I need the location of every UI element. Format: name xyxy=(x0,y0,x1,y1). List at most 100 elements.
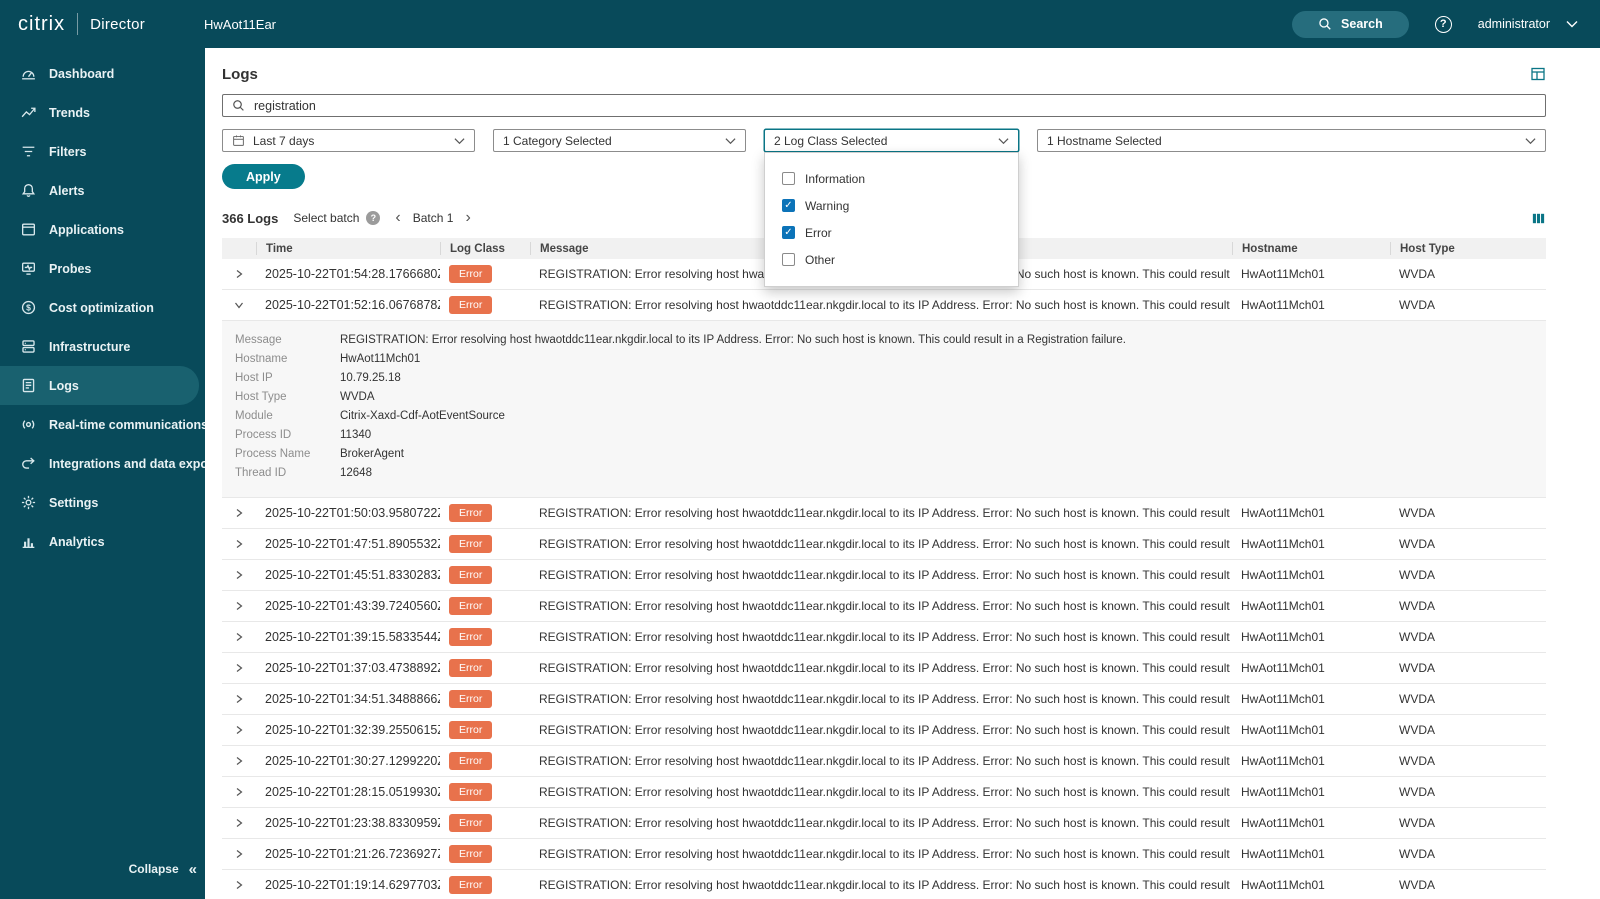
log-table-row[interactable]: 2025-10-22T01:47:51.8905532Z Error REGISTR… xyxy=(222,529,1546,560)
log-table-row[interactable]: 2025-10-22T01:52:16.0676878Z Error REGISTR… xyxy=(222,290,1546,321)
log-hostname: HwAot11Mch01 xyxy=(1241,267,1325,281)
sidebar-item-logs[interactable]: Logs xyxy=(0,366,199,405)
global-search-button[interactable]: Search xyxy=(1292,10,1409,38)
help-badge-icon[interactable]: ? xyxy=(366,211,381,225)
row-expand-chevron-icon[interactable] xyxy=(234,663,244,673)
sidebar-item-real-time-communications[interactable]: Real-time communications xyxy=(0,405,208,444)
checkbox-icon[interactable]: ✓ xyxy=(782,226,795,239)
log-message: REGISTRATION: Error resolving host hwaot… xyxy=(539,599,1232,613)
log-class-badge: Error xyxy=(449,628,493,646)
row-expand-chevron-icon[interactable] xyxy=(234,849,244,859)
log-class-badge: Error xyxy=(449,783,493,801)
column-settings-icon[interactable] xyxy=(1531,211,1546,226)
log-table-row[interactable]: 2025-10-22T01:30:27.1299220Z Error REGISTR… xyxy=(222,746,1546,777)
analytics-icon xyxy=(20,533,37,550)
logs-table: Time Log Class Message Hostname Host Typ… xyxy=(222,238,1546,899)
log-class-dropdown-wrap: 2 Log Class Selected Information ✓ Warning… xyxy=(764,129,1019,287)
sidebar-item-probes[interactable]: Probes xyxy=(0,249,199,288)
log-table-row[interactable]: 2025-10-22T01:21:26.7236927Z Error REGISTR… xyxy=(222,839,1546,870)
logs-page: Logs Last 7 days 1 Category Selected xyxy=(205,48,1600,899)
row-expand-chevron-icon[interactable] xyxy=(234,694,244,704)
detail-row: Thread ID 12648 xyxy=(235,465,1546,482)
sidebar-item-cost-optimization[interactable]: $ Cost optimization xyxy=(0,288,199,327)
sidebar-item-label: Integrations and data exports xyxy=(49,456,225,471)
log-message: REGISTRATION: Error resolving host hwaot… xyxy=(539,723,1232,737)
row-expand-chevron-icon[interactable] xyxy=(234,601,244,611)
sidebar-item-label: Analytics xyxy=(49,534,105,549)
report-view-icon[interactable] xyxy=(1530,66,1546,82)
sidebar-item-integrations-and-data-exports[interactable]: Integrations and data exports xyxy=(0,444,224,483)
sidebar-item-alerts[interactable]: Alerts xyxy=(0,171,199,210)
log-table-row[interactable]: 2025-10-22T01:45:51.8330283Z Error REGISTR… xyxy=(222,560,1546,591)
log-message: REGISTRATION: Error resolving host hwaot… xyxy=(539,816,1232,830)
row-expand-chevron-icon[interactable] xyxy=(234,570,244,580)
log-time: 2025-10-22T01:28:15.0519930Z xyxy=(265,785,440,799)
dashboard-icon xyxy=(20,65,37,82)
row-expand-chevron-icon[interactable] xyxy=(234,818,244,828)
log-table-row[interactable]: 2025-10-22T01:28:15.0519930Z Error REGISTR… xyxy=(222,777,1546,808)
next-batch-icon[interactable]: › xyxy=(465,210,470,226)
log-class-option-warning[interactable]: ✓ Warning xyxy=(765,192,1018,219)
row-expand-chevron-icon[interactable] xyxy=(234,269,244,279)
detail-label: Message xyxy=(235,334,282,346)
row-expand-chevron-icon[interactable] xyxy=(234,756,244,766)
log-host-type: WVDA xyxy=(1399,816,1435,830)
row-expand-chevron-icon[interactable] xyxy=(234,880,244,890)
log-table-row[interactable]: 2025-10-22T01:32:39.2550615Z Error REGISTR… xyxy=(222,715,1546,746)
checkbox-icon[interactable]: ✓ xyxy=(782,199,795,212)
log-class-option-other[interactable]: Other xyxy=(765,246,1018,273)
table-body: 2025-10-22T01:54:28.1766680Z Error REGISTR… xyxy=(222,259,1546,899)
log-hostname: HwAot11Mch01 xyxy=(1241,537,1325,551)
checkbox-icon[interactable] xyxy=(782,253,795,266)
log-host-type: WVDA xyxy=(1399,537,1435,551)
chevron-down-icon xyxy=(1525,137,1536,145)
row-expand-chevron-icon[interactable] xyxy=(234,725,244,735)
log-class-option-error[interactable]: ✓ Error xyxy=(765,219,1018,246)
log-table-row[interactable]: 2025-10-22T01:50:03.9580722Z Error REGISTR… xyxy=(222,498,1546,529)
log-table-row[interactable]: 2025-10-22T01:37:03.4738892Z Error REGISTR… xyxy=(222,653,1546,684)
category-dropdown[interactable]: 1 Category Selected xyxy=(493,129,746,152)
row-expand-chevron-icon[interactable] xyxy=(234,787,244,797)
detail-row: Process Name BrokerAgent xyxy=(235,446,1546,463)
help-icon[interactable]: ? xyxy=(1434,15,1452,33)
log-hostname: HwAot11Mch01 xyxy=(1241,878,1325,892)
apply-button[interactable]: Apply xyxy=(222,164,305,189)
sidebar-item-label: Real-time communications xyxy=(49,417,209,432)
log-table-row[interactable]: 2025-10-22T01:19:14.6297703Z Error REGISTR… xyxy=(222,870,1546,899)
main-wrap: Dashboard Trends Filters Alerts Applications… xyxy=(0,48,1600,899)
previous-batch-icon[interactable]: ‹ xyxy=(395,210,400,226)
detail-value: 10.79.25.18 xyxy=(340,372,401,384)
row-expand-chevron-icon[interactable] xyxy=(234,539,244,549)
sidebar-item-settings[interactable]: Settings xyxy=(0,483,199,522)
sidebar-item-trends[interactable]: Trends xyxy=(0,93,199,132)
date-range-dropdown[interactable]: Last 7 days xyxy=(222,129,475,152)
detail-value: Citrix-Xaxd-Cdf-AotEventSource xyxy=(340,410,505,422)
log-table-row[interactable]: 2025-10-22T01:23:38.8330959Z Error REGISTR… xyxy=(222,808,1546,839)
log-message: REGISTRATION: Error resolving host hwaot… xyxy=(539,661,1232,675)
row-expand-chevron-icon[interactable] xyxy=(234,300,244,310)
log-table-row[interactable]: 2025-10-22T01:39:15.5833544Z Error REGISTR… xyxy=(222,622,1546,653)
collapse-button[interactable]: Collapse « xyxy=(0,849,205,889)
svg-text:$: $ xyxy=(26,302,31,312)
logs-search-input[interactable] xyxy=(254,98,1536,113)
log-class-dropdown[interactable]: 2 Log Class Selected xyxy=(764,129,1019,152)
date-range-value: Last 7 days xyxy=(253,133,315,148)
row-expand-chevron-icon[interactable] xyxy=(234,632,244,642)
sidebar-item-dashboard[interactable]: Dashboard xyxy=(0,54,199,93)
topbar-right: Search ? administrator xyxy=(1292,10,1600,38)
select-batch[interactable]: Select batch ? xyxy=(293,211,381,225)
log-table-row[interactable]: 2025-10-22T01:34:51.3488866Z Error REGISTR… xyxy=(222,684,1546,715)
sidebar-item-applications[interactable]: Applications xyxy=(0,210,199,249)
sidebar-item-analytics[interactable]: Analytics xyxy=(0,522,199,561)
log-class-option-information[interactable]: Information xyxy=(765,165,1018,192)
sidebar-item-filters[interactable]: Filters xyxy=(0,132,199,171)
trends-icon xyxy=(20,104,37,121)
sidebar-item-infrastructure[interactable]: Infrastructure xyxy=(0,327,199,366)
user-menu[interactable]: administrator xyxy=(1478,17,1578,31)
row-expand-chevron-icon[interactable] xyxy=(234,508,244,518)
checkbox-icon[interactable] xyxy=(782,172,795,185)
hostname-dropdown[interactable]: 1 Hostname Selected xyxy=(1037,129,1546,152)
log-table-row[interactable]: 2025-10-22T01:43:39.7240560Z Error REGISTR… xyxy=(222,591,1546,622)
log-time: 2025-10-22T01:52:16.0676878Z xyxy=(265,298,440,312)
detail-label: Hostname xyxy=(235,353,288,365)
